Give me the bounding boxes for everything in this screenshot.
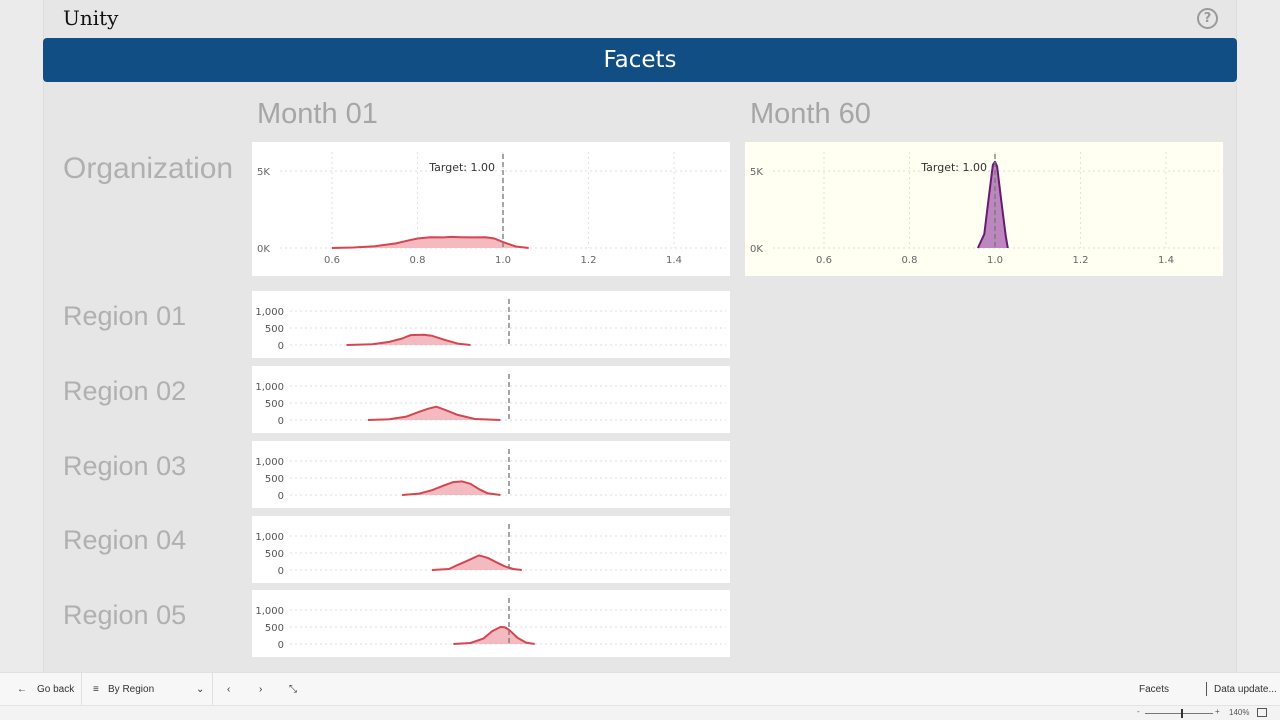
y-tick-label: 0K: [257, 244, 270, 255]
density-area: [977, 161, 1008, 248]
chart-svg: 0 500 1,000: [255, 524, 726, 577]
data-update-text: Data update...: [1214, 684, 1277, 695]
x-tick-label: 0.8: [410, 255, 426, 266]
row-header-region-04: Region 04: [63, 525, 187, 555]
row-header-region-05: Region 05: [63, 600, 187, 630]
page-title-banner: Facets: [43, 38, 1237, 82]
y-tick-label: 500: [265, 549, 284, 560]
y-tick-label: 5K: [750, 167, 763, 178]
footer-bar: ← Go back ≡ By Region ⌄ ‹ › ⤡ Facets Dat…: [0, 672, 1280, 706]
row-header-region-01: Region 01: [63, 301, 187, 331]
fit-to-page-icon[interactable]: [1257, 708, 1267, 717]
x-tick-label: 0.8: [902, 255, 918, 266]
y-tick-label: 1,000: [255, 307, 284, 318]
row-header-region-02: Region 02: [63, 376, 187, 406]
zoom-slider[interactable]: [1145, 713, 1213, 714]
page-tab-facets[interactable]: Facets: [1139, 684, 1169, 695]
status-bar: - + 140%: [0, 705, 1280, 720]
zoom-level: 140%: [1229, 708, 1250, 717]
chart-svg: 0.6 0.8 1.0 1.2 1.4 0K 5K Target: 1.00: [257, 152, 726, 266]
row-header-organization: Organization: [63, 152, 234, 185]
x-tick-label: 1.2: [1073, 255, 1089, 266]
chart-panel-0[interactable]: 0.6 0.8 1.0 1.2 1.4 0K 5K Target: 1.00: [252, 142, 730, 276]
target-label: Target: 1.00: [428, 161, 495, 174]
y-tick-label: 0K: [750, 244, 763, 255]
y-tick-label: 5K: [257, 167, 270, 178]
zoom-slider-handle[interactable]: [1181, 709, 1183, 718]
chart-panel-6[interactable]: 0 500 1,000: [252, 590, 730, 657]
chevron-down-icon[interactable]: ⌄: [196, 684, 204, 695]
chart-panel-2[interactable]: 0 500 1,000: [252, 291, 730, 358]
x-tick-label: 1.0: [987, 255, 1003, 266]
x-tick-label: 1.0: [495, 255, 511, 266]
chart-svg: 0 500 1,000: [255, 299, 726, 352]
row-header-region-03: Region 03: [63, 451, 187, 481]
y-tick-label: 500: [265, 623, 284, 634]
bookmark-dropdown[interactable]: By Region: [108, 684, 154, 695]
x-tick-label: 1.4: [666, 255, 682, 266]
y-tick-label: 1,000: [255, 606, 284, 617]
zoom-out-button[interactable]: -: [1137, 707, 1140, 716]
question-circle-icon[interactable]: ?: [1197, 8, 1218, 29]
arrow-left-icon[interactable]: ←: [17, 684, 27, 695]
y-tick-label: 500: [265, 324, 284, 335]
chart-svg: 0.6 0.8 1.0 1.2 1.4 0K 5K Target: 1.00: [750, 152, 1219, 266]
x-tick-label: 1.2: [581, 255, 597, 266]
density-area: [367, 406, 501, 420]
column-header-month-60: Month 60: [750, 98, 871, 130]
x-tick-label: 1.4: [1158, 255, 1174, 266]
go-back-button[interactable]: Go back: [37, 684, 74, 695]
y-tick-label: 500: [265, 474, 284, 485]
collapse-icon[interactable]: ⤡: [289, 684, 297, 695]
column-header-month-01: Month 01: [257, 98, 378, 130]
x-tick-label: 0.6: [816, 255, 832, 266]
next-bookmark-button[interactable]: ›: [259, 684, 262, 695]
y-tick-label: 1,000: [255, 532, 284, 543]
y-tick-label: 0: [278, 416, 284, 427]
chart-svg: 0 500 1,000: [255, 374, 726, 427]
zoom-in-button[interactable]: +: [1215, 707, 1220, 716]
y-tick-label: 1,000: [255, 457, 284, 468]
chart-panel-3[interactable]: 0 500 1,000: [252, 366, 730, 433]
chart-panel-1[interactable]: 0.6 0.8 1.0 1.2 1.4 0K 5K Target: 1.00: [745, 142, 1223, 276]
y-tick-label: 0: [278, 491, 284, 502]
x-tick-label: 0.6: [324, 255, 340, 266]
chart-svg: 0 500 1,000: [255, 449, 726, 502]
y-tick-label: 500: [265, 399, 284, 410]
previous-bookmark-button[interactable]: ‹: [227, 684, 230, 695]
unity-logo: Unity: [63, 6, 119, 30]
chart-panel-4[interactable]: 0 500 1,000: [252, 441, 730, 508]
target-label: Target: 1.00: [920, 161, 987, 174]
bookmark-list-icon: ≡: [93, 684, 99, 695]
y-tick-label: 0: [278, 566, 284, 577]
y-tick-label: 0: [278, 341, 284, 352]
chart-panel-5[interactable]: 0 500 1,000: [252, 516, 730, 583]
y-tick-label: 1,000: [255, 382, 284, 393]
chart-svg: 0 500 1,000: [255, 598, 726, 651]
y-tick-label: 0: [278, 640, 284, 651]
